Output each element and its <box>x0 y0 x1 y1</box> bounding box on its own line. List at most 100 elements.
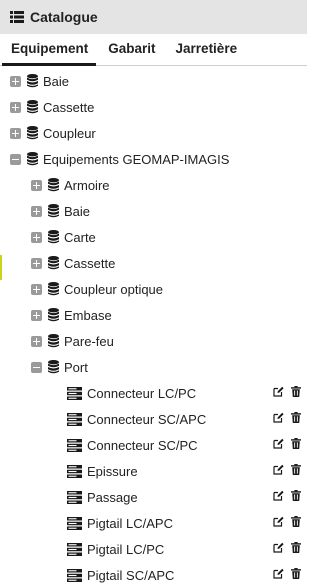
trash-icon[interactable] <box>291 386 301 397</box>
list-icon <box>10 11 24 23</box>
tree-node-label: Armoire <box>64 177 110 193</box>
trash-icon[interactable] <box>291 464 301 475</box>
database-icon <box>27 152 38 166</box>
tree-node[interactable]: Cassette <box>31 252 115 274</box>
tree-node[interactable]: Baie <box>10 70 69 92</box>
tree-node-label: Coupleur <box>43 125 96 141</box>
database-icon <box>48 334 59 348</box>
edit-icon[interactable] <box>273 386 284 397</box>
tree-leaf[interactable]: Connecteur SC/PC <box>67 434 307 456</box>
tree-leaf[interactable]: Epissure <box>67 460 307 482</box>
row-actions <box>273 516 301 527</box>
tree-node[interactable]: Port <box>31 356 88 378</box>
expand-toggle[interactable] <box>10 127 21 139</box>
server-icon <box>67 438 82 452</box>
tree-node[interactable]: Carte <box>31 226 96 248</box>
edit-icon[interactable] <box>273 438 284 449</box>
tree-node[interactable]: Coupleur <box>10 122 96 144</box>
database-icon <box>48 360 59 374</box>
expand-toggle[interactable] <box>31 309 42 321</box>
expand-toggle[interactable] <box>31 257 42 269</box>
tree-node-label: Pare-feu <box>64 333 114 349</box>
row-actions <box>273 438 301 449</box>
server-icon <box>67 464 82 478</box>
tree-leaf-label: Connecteur LC/PC <box>87 385 197 401</box>
tree-node[interactable]: Armoire <box>31 174 110 196</box>
row-actions <box>273 568 301 579</box>
tree-leaf[interactable]: Connecteur SC/APC <box>67 408 307 430</box>
tree-leaf-label: Connecteur SC/PC <box>87 437 198 453</box>
catalogue-header: Catalogue <box>0 0 307 34</box>
edit-icon[interactable] <box>273 542 284 553</box>
expand-toggle[interactable] <box>31 283 42 295</box>
tree-node-label: Coupleur optique <box>64 281 164 297</box>
catalogue-tabs: Equipement Gabarit Jarretière <box>0 34 307 66</box>
tree-leaf[interactable]: Pigtail LC/PC <box>67 538 307 560</box>
expand-toggle[interactable] <box>31 231 42 243</box>
edit-icon[interactable] <box>273 464 284 475</box>
row-actions <box>273 386 301 397</box>
database-icon <box>27 126 38 140</box>
tree-leaf[interactable]: Pigtail LC/APC <box>67 512 307 534</box>
database-icon <box>48 256 59 270</box>
collapse-toggle[interactable] <box>10 153 21 165</box>
tree-node[interactable]: Embase <box>31 304 112 326</box>
tree-leaf-label: Connecteur SC/APC <box>87 411 207 427</box>
tree-leaf[interactable]: Pigtail SC/APC <box>67 564 307 586</box>
tree-leaf-label: Pigtail LC/PC <box>87 541 165 557</box>
server-icon <box>67 386 82 400</box>
tree-leaf-label: Pigtail SC/APC <box>87 567 175 583</box>
trash-icon[interactable] <box>291 490 301 501</box>
tree-node-label: Embase <box>64 307 112 323</box>
tree-node-label: Cassette <box>43 99 95 115</box>
edit-icon[interactable] <box>273 412 284 423</box>
expand-toggle[interactable] <box>31 335 42 347</box>
expand-toggle[interactable] <box>10 101 21 113</box>
expand-toggle[interactable] <box>31 205 42 217</box>
tab-jarretiere[interactable]: Jarretière <box>166 41 248 65</box>
trash-icon[interactable] <box>291 438 301 449</box>
database-icon <box>48 178 59 192</box>
tree-node[interactable]: Pare-feu <box>31 330 114 352</box>
row-actions <box>273 542 301 553</box>
tree-node-label: Port <box>64 359 88 375</box>
row-actions <box>273 490 301 501</box>
tree-leaf-label: Passage <box>87 489 138 505</box>
expand-toggle[interactable] <box>10 75 21 87</box>
tree-node-label: Baie <box>43 73 70 89</box>
tree-node-label: Baie <box>64 203 91 219</box>
tree-leaf-label: Epissure <box>87 463 138 479</box>
tree-node-label: Carte <box>64 229 96 245</box>
tree-node-label: Cassette <box>64 255 116 271</box>
tree-node-label: Equipements GEOMAP-IMAGIS <box>43 151 230 167</box>
database-icon <box>48 308 59 322</box>
database-icon <box>48 282 59 296</box>
database-icon <box>27 74 38 88</box>
tree-node[interactable]: Cassette <box>10 96 94 118</box>
tree-leaf-label: Pigtail LC/APC <box>87 515 173 531</box>
catalogue-title: Catalogue <box>30 9 98 25</box>
server-icon <box>67 412 82 426</box>
edit-icon[interactable] <box>273 490 284 501</box>
tree-node[interactable]: Baie <box>31 200 90 222</box>
edit-icon[interactable] <box>273 568 284 579</box>
row-actions <box>273 464 301 475</box>
tree-node[interactable]: Coupleur optique <box>31 278 163 300</box>
server-icon <box>67 542 82 556</box>
tab-gabarit[interactable]: Gabarit <box>98 41 165 65</box>
trash-icon[interactable] <box>291 412 301 423</box>
tab-equipement[interactable]: Equipement <box>0 41 98 66</box>
row-actions <box>273 412 301 423</box>
expand-toggle[interactable] <box>31 179 42 191</box>
database-icon <box>48 204 59 218</box>
tree-leaf[interactable]: Connecteur LC/PC <box>67 382 307 404</box>
trash-icon[interactable] <box>291 542 301 553</box>
server-icon <box>67 516 82 530</box>
server-icon <box>67 568 82 582</box>
trash-icon[interactable] <box>291 516 301 527</box>
trash-icon[interactable] <box>291 568 301 579</box>
edit-icon[interactable] <box>273 516 284 527</box>
tree-leaf[interactable]: Passage <box>67 486 307 508</box>
collapse-toggle[interactable] <box>31 361 42 373</box>
tree-node[interactable]: Equipements GEOMAP-IMAGIS <box>10 148 229 170</box>
